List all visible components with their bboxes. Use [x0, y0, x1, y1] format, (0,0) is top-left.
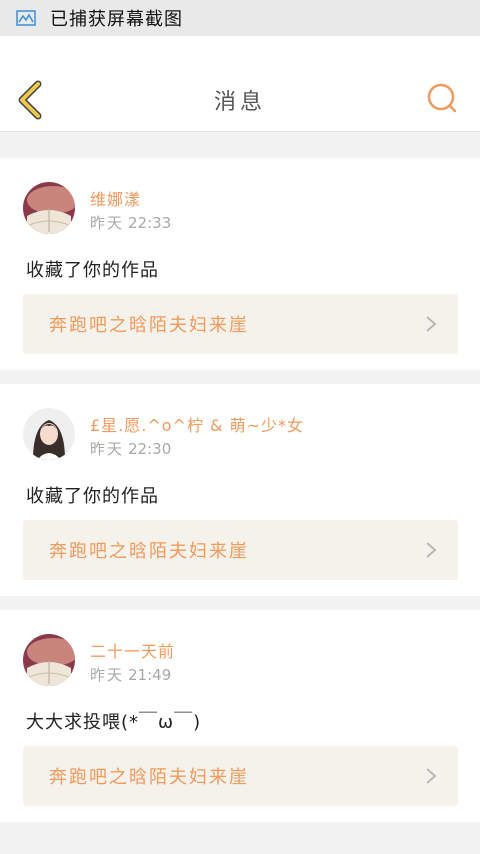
- time-value: 21:49: [128, 666, 172, 684]
- chevron-right-icon: [426, 768, 437, 784]
- status-text: 已捕获屏幕截图: [50, 9, 183, 30]
- header: 消息: [0, 36, 480, 132]
- user-name[interactable]: £星.愿.^o^柠 & 萌~少*女: [90, 412, 304, 436]
- work-link[interactable]: 奔跑吧之晗陌夫妇来崖: [23, 746, 458, 806]
- message-text: 收藏了你的作品: [26, 260, 159, 281]
- message-text: 大大求投喂(*￣ω￣): [26, 712, 202, 733]
- message-card: 二十一天前 昨天 21:49 大大求投喂(*￣ω￣) 奔跑吧之晗陌夫妇来崖: [0, 610, 480, 822]
- work-link[interactable]: 奔跑吧之晗陌夫妇来崖: [23, 520, 458, 580]
- avatar[interactable]: [23, 182, 75, 234]
- work-title: 奔跑吧之晗陌夫妇来崖: [49, 767, 249, 788]
- work-title: 奔跑吧之晗陌夫妇来崖: [49, 315, 249, 336]
- timestamp: 昨天 21:49: [90, 664, 171, 685]
- screenshot-icon: [16, 10, 36, 26]
- search-icon[interactable]: [424, 80, 460, 116]
- avatar[interactable]: [23, 408, 75, 460]
- time-prefix: 昨天: [90, 440, 125, 458]
- work-title: 奔跑吧之晗陌夫妇来崖: [49, 541, 249, 562]
- timestamp: 昨天 22:33: [90, 212, 171, 233]
- message-card: £星.愿.^o^柠 & 萌~少*女 昨天 22:30 收藏了你的作品 奔跑吧之晗陌…: [0, 384, 480, 596]
- time-value: 22:33: [128, 214, 172, 232]
- timestamp: 昨天 22:30: [90, 438, 171, 459]
- time-prefix: 昨天: [90, 666, 125, 684]
- message-list: 维娜漾 昨天 22:33 收藏了你的作品 奔跑吧之晗陌夫妇来崖 £星.愿.^o^柠…: [0, 144, 480, 836]
- time-value: 22:30: [128, 440, 172, 458]
- time-prefix: 昨天: [90, 214, 125, 232]
- user-name[interactable]: 维娜漾: [90, 186, 141, 210]
- page-title: 消息: [213, 90, 266, 115]
- message-text: 收藏了你的作品: [26, 486, 159, 507]
- chevron-right-icon: [426, 542, 437, 558]
- message-card: 维娜漾 昨天 22:33 收藏了你的作品 奔跑吧之晗陌夫妇来崖: [0, 158, 480, 370]
- user-name[interactable]: 二十一天前: [90, 638, 175, 662]
- avatar[interactable]: [23, 634, 75, 686]
- status-bar: 已捕获屏幕截图: [0, 0, 480, 36]
- chevron-right-icon: [426, 316, 437, 332]
- work-link[interactable]: 奔跑吧之晗陌夫妇来崖: [23, 294, 458, 354]
